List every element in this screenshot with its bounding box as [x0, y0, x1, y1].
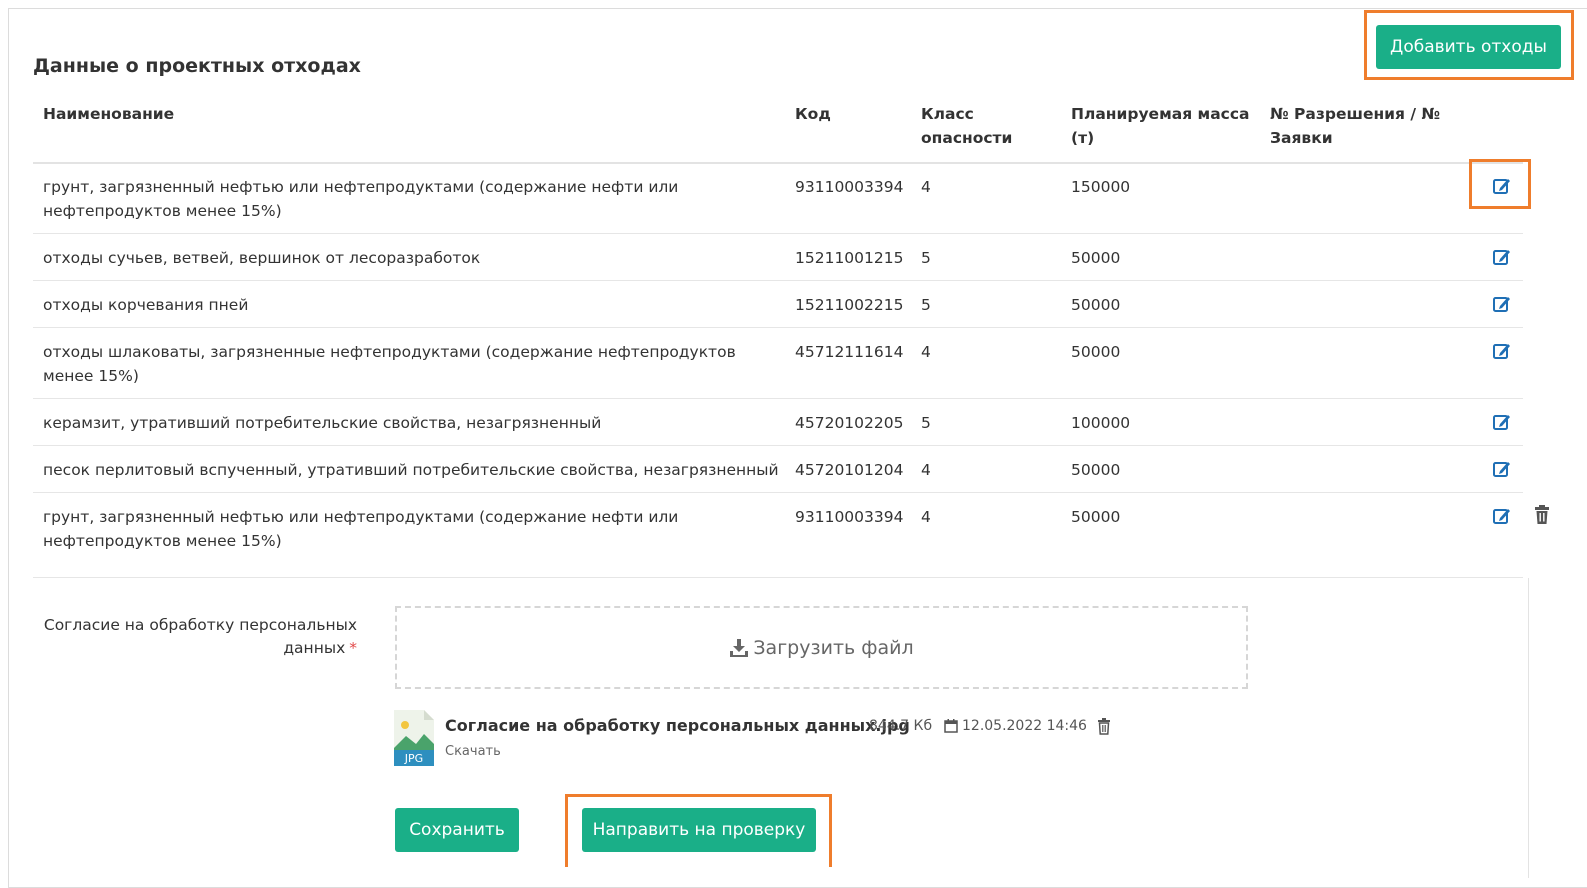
jpg-file-icon: JPG [394, 710, 434, 766]
cell-code: 93110003394 [795, 508, 904, 526]
cell-class: 4 [921, 343, 931, 361]
cell-code: 45712111614 [795, 343, 904, 361]
consent-label-line2: данных [283, 639, 346, 657]
required-mark: * [349, 639, 357, 657]
cell-mass: 100000 [1071, 414, 1131, 432]
header-name: Наименование [43, 105, 175, 123]
edit-icon[interactable] [1492, 412, 1512, 432]
edit-icon[interactable] [1492, 294, 1512, 314]
cell-name: отходы шлаковаты, загрязненные нефтепрод… [43, 343, 736, 385]
header-class: Класс опасности [921, 102, 1012, 150]
download-icon [730, 638, 749, 657]
consent-label: Согласие на обработку персональных данны… [40, 614, 357, 660]
cell-class: 4 [921, 178, 931, 196]
header-mass: Планируемая масса (т) [1071, 102, 1250, 150]
cell-class: 5 [921, 296, 931, 314]
header-permit-line1: № Разрешения / № [1270, 105, 1441, 123]
cell-name: грунт, загрязненный нефтью или нефтепрод… [43, 178, 679, 220]
table-row: песок перлитовый вспученный, утративший … [33, 446, 1523, 493]
cell-code: 15211001215 [795, 249, 904, 267]
edit-icon[interactable] [1492, 247, 1512, 267]
file-date: 12.05.2022 14:46 [944, 718, 1087, 734]
table-row: отходы шлаковаты, загрязненные нефтепрод… [33, 328, 1523, 399]
cell-class: 5 [921, 414, 931, 432]
download-link[interactable]: Скачать [445, 744, 501, 759]
header-permit-line2: Заявки [1270, 129, 1333, 147]
table-header: Наименование Код Класс опасности Планиру… [33, 102, 1533, 162]
cell-code: 15211002215 [795, 296, 904, 314]
upload-dropzone[interactable]: Загрузить файл [395, 606, 1248, 689]
table-row: отходы корчевания пней 15211002215 5 500… [33, 281, 1523, 328]
table-row: грунт, загрязненный нефтью или нефтепрод… [33, 163, 1523, 234]
cell-mass: 50000 [1071, 508, 1121, 526]
header-permit: № Разрешения / № Заявки [1270, 102, 1440, 150]
consent-label-line1: Согласие на обработку персональных [43, 616, 357, 634]
cell-code: 93110003394 [795, 178, 904, 196]
section-title: Данные о проектных отходах [33, 55, 361, 77]
cell-mass: 50000 [1071, 461, 1121, 479]
table-row: грунт, загрязненный нефтью или нефтепрод… [33, 493, 1549, 578]
edit-icon[interactable] [1492, 459, 1512, 479]
cell-class: 4 [921, 461, 931, 479]
cell-code: 45720102205 [795, 414, 904, 432]
cell-name: песок перлитовый вспученный, утративший … [43, 461, 779, 479]
table-row: керамзит, утративший потребительские сво… [33, 399, 1523, 446]
header-class-line2: опасности [921, 129, 1013, 147]
edit-icon[interactable] [1492, 176, 1512, 196]
cell-name: отходы сучьев, ветвей, вершинок от лесор… [43, 249, 481, 267]
header-mass-line1: Планируемая масса [1071, 105, 1250, 123]
edit-icon[interactable] [1492, 341, 1512, 361]
header-class-line1: Класс [921, 105, 974, 123]
upload-label: Загрузить файл [753, 636, 914, 659]
cell-mass: 50000 [1071, 296, 1121, 314]
trash-icon[interactable] [1533, 505, 1551, 525]
submit-for-review-button[interactable]: Направить на проверку [582, 808, 816, 852]
header-mass-line2: (т) [1071, 129, 1095, 147]
file-type-badge: JPG [404, 752, 423, 765]
panel-divider [1528, 578, 1529, 878]
cell-mass: 50000 [1071, 249, 1121, 267]
cell-class: 5 [921, 249, 931, 267]
cell-mass: 150000 [1071, 178, 1131, 196]
file-name: Согласие на обработку персональных данны… [445, 716, 910, 735]
header-code: Код [795, 105, 831, 123]
add-waste-button[interactable]: Добавить отходы [1376, 25, 1561, 69]
cell-mass: 50000 [1071, 343, 1121, 361]
cell-name: грунт, загрязненный нефтью или нефтепрод… [43, 508, 679, 550]
file-size: 844.7 Кб [869, 718, 933, 734]
save-button[interactable]: Сохранить [395, 808, 519, 852]
table-row: отходы сучьев, ветвей, вершинок от лесор… [33, 234, 1523, 281]
file-date-text: 12.05.2022 14:46 [962, 718, 1087, 734]
cell-class: 4 [921, 508, 931, 526]
cell-name: отходы корчевания пней [43, 296, 249, 314]
cell-name: керамзит, утративший потребительские сво… [43, 414, 602, 432]
calendar-icon [944, 719, 958, 733]
cell-code: 45720101204 [795, 461, 904, 479]
edit-icon[interactable] [1492, 506, 1512, 526]
trash-icon[interactable] [1097, 718, 1111, 735]
